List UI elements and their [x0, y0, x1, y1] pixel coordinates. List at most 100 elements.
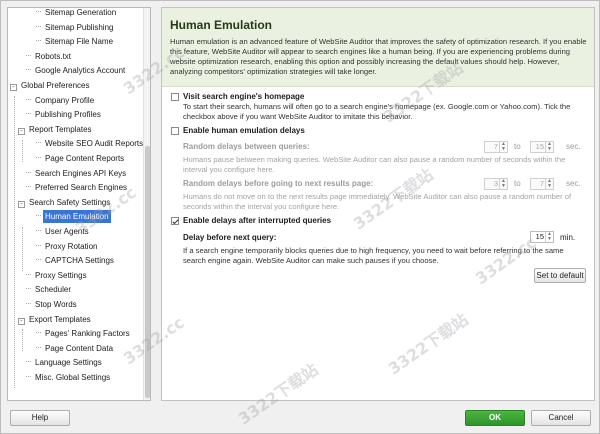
tree-item[interactable]: Sitemap Generation: [36, 8, 118, 19]
visit-homepage-label[interactable]: Visit search engine's homepage: [183, 92, 304, 101]
collapse-toggle-icon[interactable]: -: [18, 317, 25, 325]
tree-item-label: Report Templates: [29, 124, 92, 134]
stepper-arrows-icon[interactable]: ▲ ▼: [499, 142, 507, 152]
tree-connector: [26, 98, 31, 100]
tree-item[interactable]: Robots.txt: [26, 50, 73, 63]
random-between-help: Humans pause between making queries. Web…: [183, 155, 566, 174]
enable-delays-label[interactable]: Enable human emulation delays: [183, 126, 305, 135]
tree-connector: [36, 11, 41, 12]
tree-item[interactable]: - Global Preferences: [10, 79, 91, 92]
tree-connector: [36, 25, 41, 27]
tree-item-label: Global Preferences: [21, 81, 90, 90]
tree-connector: [26, 69, 31, 71]
help-button[interactable]: Help: [10, 410, 70, 426]
tree-connector-line: [14, 96, 15, 388]
tree-connector: [26, 273, 31, 275]
tree-scrollbar-thumb[interactable]: [145, 146, 150, 398]
random-next-page-max-value: 7: [539, 179, 544, 188]
collapse-toggle-icon[interactable]: -: [18, 127, 25, 135]
tree-connector-line: [22, 140, 23, 162]
interrupted-delays-checkbox[interactable]: [171, 217, 179, 225]
tree-item[interactable]: Sitemap File Name: [36, 35, 115, 48]
tree-item[interactable]: Proxy Settings: [26, 269, 89, 282]
tree-connector: [36, 259, 41, 261]
tree-item[interactable]: - Report Templates: [18, 123, 94, 136]
tree-connector-line: [22, 227, 23, 271]
tree-item-label: Language Settings: [35, 358, 102, 368]
random-next-page-min-stepper[interactable]: 3 ▲ ▼: [484, 178, 508, 190]
tree-connector: [36, 40, 41, 42]
tree-connector: [26, 288, 31, 290]
tree-item-label: Google Analytics Account: [35, 66, 126, 76]
cancel-button[interactable]: Cancel: [531, 410, 591, 426]
tree-item-label: Company Profile: [35, 95, 95, 105]
tree-item-label: Pages' Ranking Factors: [45, 329, 130, 339]
tree-item-label: Robots.txt: [35, 51, 72, 61]
tree-item[interactable]: Publishing Profiles: [26, 108, 103, 121]
tree-item-label: Search Engines API Keys: [35, 168, 127, 178]
stepper-arrows-icon[interactable]: ▲ ▼: [545, 179, 553, 189]
tree-connector-line: [22, 329, 23, 351]
delay-next-query-label: Delay before next query:: [183, 233, 277, 242]
page-title: Human Emulation: [170, 18, 273, 32]
random-between-label: Random delays between queries:: [183, 142, 310, 151]
tree-connector: [36, 332, 41, 334]
tree-item[interactable]: Search Engines API Keys: [26, 167, 128, 180]
tree-item-label: Publishing Profiles: [35, 110, 101, 120]
delay-next-query-unit: min.: [560, 233, 576, 242]
tree-item-label: Website SEO Audit Reports: [45, 139, 144, 149]
stepper-arrows-icon[interactable]: ▲ ▼: [545, 142, 553, 152]
tree-connector: [36, 215, 41, 217]
tree-item-label: CAPTCHA Settings: [45, 256, 114, 266]
ok-button[interactable]: OK: [465, 410, 525, 426]
tree-connector: [36, 230, 41, 231]
tree-item[interactable]: - Export Templates: [18, 313, 93, 326]
tree-item-label: Page Content Reports: [45, 154, 125, 163]
tree-connector: [26, 186, 31, 188]
collapse-toggle-icon[interactable]: -: [10, 84, 17, 91]
tree-item-label: Stop Words: [35, 300, 77, 309]
stepper-arrows-icon[interactable]: ▲ ▼: [545, 232, 553, 242]
random-between-min-value: 7: [493, 142, 498, 151]
random-next-page-unit: sec.: [566, 179, 581, 188]
tree-connector: [26, 376, 31, 377]
tree-item-label: Proxy Rotation: [45, 241, 98, 251]
set-to-default-button[interactable]: Set to default: [534, 268, 586, 283]
tree-item[interactable]: Sitemap Publishing: [36, 21, 115, 34]
tree-item[interactable]: Language Settings: [26, 356, 104, 369]
random-between-min-stepper[interactable]: 7 ▲ ▼: [484, 141, 508, 153]
collapse-toggle-icon[interactable]: -: [18, 200, 25, 208]
delay-next-query-value: 15: [535, 232, 544, 241]
tree-connector: [36, 142, 41, 144]
stepper-arrows-icon[interactable]: ▲ ▼: [499, 179, 507, 189]
tree-connector: [26, 54, 31, 56]
tree-connector: [26, 171, 31, 173]
tree-item[interactable]: Google Analytics Account: [26, 64, 127, 77]
tree-connector: [36, 244, 41, 246]
random-between-max-stepper[interactable]: 15 ▲ ▼: [530, 141, 554, 153]
tree-item-label: Page Content Data: [45, 343, 114, 353]
visit-homepage-checkbox[interactable]: [171, 93, 179, 101]
tree-item-label: Sitemap File Name: [45, 37, 114, 47]
tree-item[interactable]: CAPTCHA Settings: [36, 254, 116, 267]
random-next-page-max-stepper[interactable]: 7 ▲ ▼: [530, 178, 554, 190]
random-next-page-to: to: [514, 179, 521, 188]
page-description: Human emulation is an advanced feature o…: [170, 37, 587, 76]
interrupted-delays-label[interactable]: Enable delays after interrupted queries: [183, 216, 331, 225]
random-between-to: to: [514, 142, 521, 151]
tree-item[interactable]: Stop Words: [26, 298, 79, 311]
preferences-window: Sitemap Generation Sitemap Publishing Site…: [0, 0, 600, 434]
tree-item[interactable]: Company Profile: [26, 94, 96, 107]
tree-item[interactable]: Proxy Rotation: [36, 240, 99, 253]
enable-delays-checkbox[interactable]: [171, 127, 179, 135]
tree-connector: [36, 157, 41, 158]
tree-item[interactable]: Scheduler: [26, 283, 73, 296]
random-between-max-value: 15: [535, 142, 544, 151]
tree-item[interactable]: Misc. Global Settings: [26, 371, 112, 384]
tree-connector: [26, 361, 31, 363]
tree-item[interactable]: Website SEO Audit Reports: [36, 137, 145, 150]
tree-item[interactable]: Pages' Ranking Factors: [36, 327, 132, 340]
random-between-unit: sec.: [566, 142, 581, 151]
tree-item[interactable]: Page Content Data: [36, 342, 115, 355]
tree-item[interactable]: Page Content Reports: [36, 152, 126, 165]
